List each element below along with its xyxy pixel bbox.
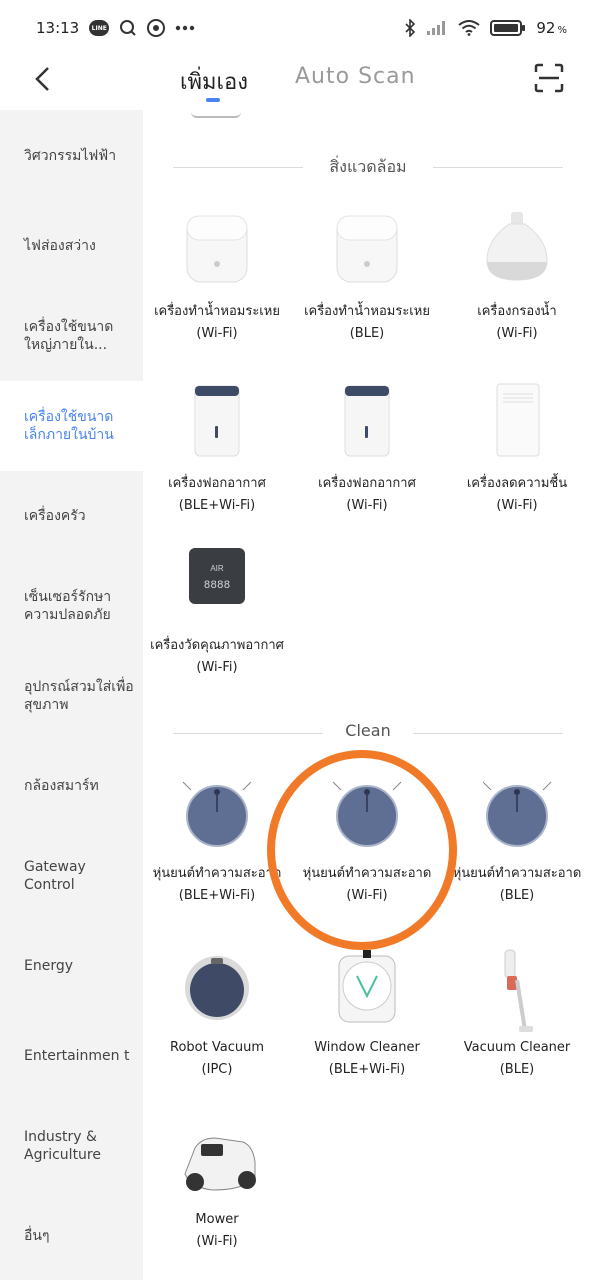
device-item[interactable]: AIR 8888 เครื่องวัดคุณภาพอากาศ (Wi-Fi) [143, 544, 291, 676]
sidebar-item-gateway-control[interactable]: Gateway Control [0, 831, 143, 921]
device-grid-panel: สิ่งแวดล้อม เครื่องทำน้ำหอมระเหย (Wi-Fi)… [143, 110, 591, 1280]
stick-vacuum-icon [443, 946, 591, 1038]
scan-button[interactable] [533, 62, 565, 94]
tab-add-manually[interactable]: เพิ่มเอง [180, 64, 248, 102]
window-cleaner-icon [293, 946, 441, 1038]
active-tab-indicator [206, 98, 220, 102]
device-item[interactable]: เครื่องลดความชื้น (Wi-Fi) [443, 382, 591, 514]
device-item[interactable]: Window Cleaner (BLE+Wi-Fi) [293, 946, 441, 1078]
battery-level: 92% [536, 19, 567, 37]
chrome-icon [147, 19, 166, 37]
sidebar-item-large-appliances[interactable]: เครื่องใช้ขนาดใหญ่ภายใน... [0, 291, 143, 381]
water-purifier-icon [443, 210, 591, 302]
sidebar-item-lighting[interactable]: ไฟส่องสว่าง [0, 201, 143, 291]
bluetooth-icon [404, 19, 416, 37]
status-time: 13:13 [36, 19, 80, 37]
air-quality-monitor-icon: AIR 8888 [143, 544, 291, 636]
svg-text:AIR: AIR [210, 564, 224, 573]
sidebar-item-health-wearables[interactable]: อุปกรณ์สวมใส่เพื่อสุขภาพ [0, 651, 143, 741]
tab-auto-scan[interactable]: Auto Scan [295, 64, 416, 89]
top-app-bar: เพิ่มเอง Auto Scan [0, 56, 591, 110]
sidebar-item-small-appliances[interactable]: เครื่องใช้ขนาดเล็กภายในบ้าน [0, 381, 143, 471]
sidebar-item-others[interactable]: อื่นๆ [0, 1191, 143, 1280]
sidebar-item-industry-agriculture[interactable]: Industry & Agriculture [0, 1101, 143, 1191]
line-icon: LINE [89, 20, 110, 36]
category-sidebar: วิศวกรรมไฟฟ้า ไฟส่องสว่าง เครื่องใช้ขนาด… [0, 110, 143, 1280]
dehumidifier-icon [443, 382, 591, 474]
back-button[interactable] [28, 62, 58, 96]
device-item[interactable]: หุ่นยนต์ทำความสะอาด (BLE) [443, 772, 591, 904]
sidebar-item-entertainment[interactable]: Entertainmen t [0, 1011, 143, 1101]
aroma-diffuser-icon [143, 210, 291, 302]
svg-text:8888: 8888 [204, 580, 230, 592]
divider [433, 167, 563, 168]
highlight-ring [267, 750, 457, 950]
previous-item-edge [191, 110, 241, 118]
signal-icon [426, 20, 448, 36]
device-item[interactable]: เครื่องกรองน้ำ (Wi-Fi) [443, 210, 591, 342]
device-item[interactable]: Vacuum Cleaner (BLE) [443, 946, 591, 1078]
sidebar-item-kitchen[interactable]: เครื่องครัว [0, 471, 143, 561]
scan-qr-icon [534, 63, 564, 93]
search-icon [119, 19, 137, 37]
device-item[interactable]: Mower (Wi-Fi) [143, 1118, 291, 1250]
sidebar-item-electrical[interactable]: วิศวกรรมไฟฟ้า [0, 111, 143, 201]
device-item[interactable]: เครื่องฟอกอากาศ (BLE+Wi-Fi) [143, 382, 291, 514]
chevron-left-icon [35, 67, 49, 91]
device-item[interactable]: เครื่องทำน้ำหอมระเหย (Wi-Fi) [143, 210, 291, 342]
device-item[interactable]: เครื่องฟอกอากาศ (Wi-Fi) [293, 382, 441, 514]
robot-cleaner-icon [443, 772, 591, 864]
more-dots-icon [175, 25, 195, 31]
sidebar-item-energy[interactable]: Energy [0, 921, 143, 1011]
air-purifier-icon [293, 382, 441, 474]
device-item[interactable]: Robot Vacuum (IPC) [143, 946, 291, 1078]
robot-vacuum-camera-icon [143, 946, 291, 1038]
robot-mower-icon [143, 1118, 291, 1210]
air-purifier-icon [143, 382, 291, 474]
device-item[interactable]: เครื่องทำน้ำหอมระเหย (BLE) [293, 210, 441, 342]
section-header-environment: สิ่งแวดล้อม [173, 155, 563, 179]
divider [413, 733, 563, 734]
status-bar: 13:13 LINE 92% [0, 0, 591, 56]
sidebar-item-smart-camera[interactable]: กล้องสมาร์ท [0, 741, 143, 831]
sidebar-item-security-sensors[interactable]: เซ็นเซอร์รักษาความปลอดภัย [0, 561, 143, 651]
section-header-clean: Clean [173, 721, 563, 745]
aroma-diffuser-icon [293, 210, 441, 302]
wifi-icon [458, 20, 481, 36]
battery-icon [490, 20, 526, 36]
